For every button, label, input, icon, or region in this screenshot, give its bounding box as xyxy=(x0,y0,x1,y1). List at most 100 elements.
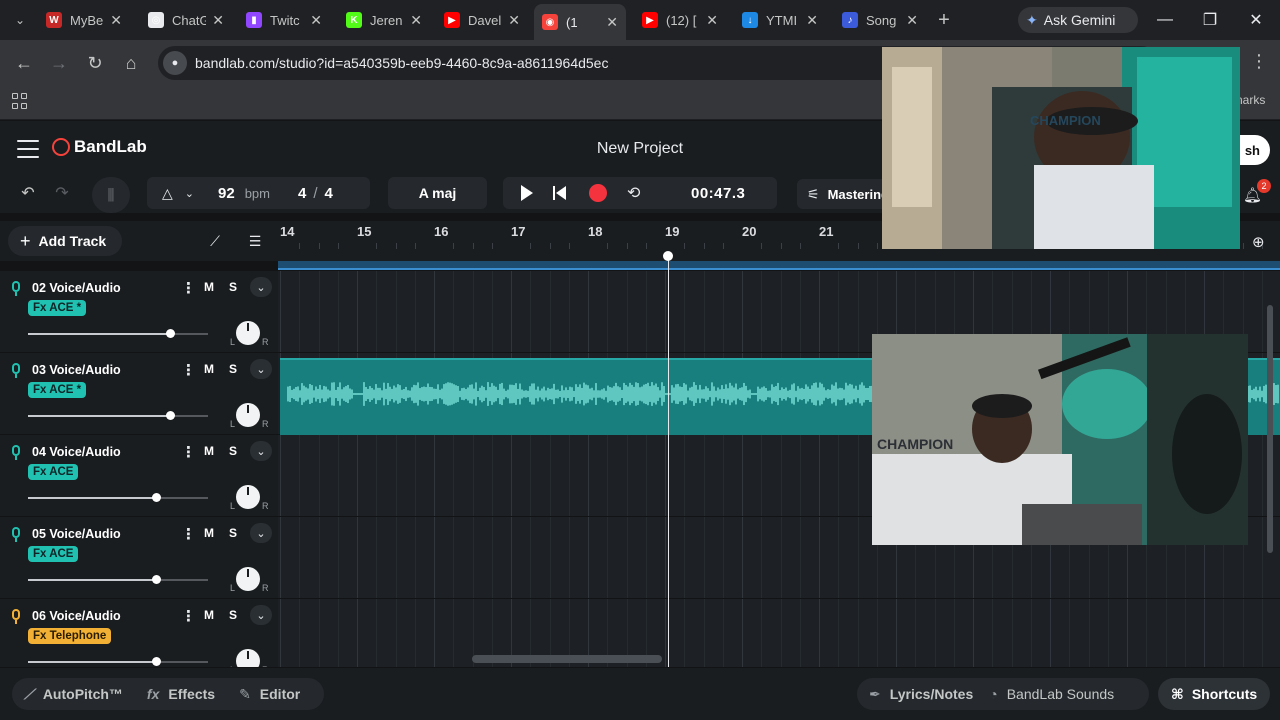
volume-slider[interactable] xyxy=(28,657,208,666)
horizontal-scrollbar[interactable] xyxy=(472,655,662,663)
pan-knob[interactable] xyxy=(236,485,260,509)
tab-close-icon[interactable]: ✕ xyxy=(806,12,818,29)
window-close-icon[interactable]: ✕ xyxy=(1244,8,1268,32)
bpm-value[interactable]: 92 xyxy=(218,185,235,202)
mastering-button[interactable]: ⚟ Mastering xyxy=(797,179,895,209)
pan-knob[interactable] xyxy=(236,567,260,591)
track-name[interactable]: 06 Voice/Audio xyxy=(32,609,121,623)
mute-button[interactable]: M xyxy=(198,278,220,296)
fx-badge[interactable]: Fx Telephone xyxy=(28,628,112,644)
instruments-icon[interactable]: ⫼ xyxy=(92,177,130,213)
record-icon[interactable] xyxy=(589,184,607,202)
volume-handle[interactable] xyxy=(166,329,176,338)
play-icon[interactable] xyxy=(521,185,533,201)
browser-tab[interactable]: ▮ Twitc ✕ xyxy=(238,6,330,34)
skip-to-start-icon[interactable] xyxy=(553,185,567,201)
expand-chevron-icon[interactable]: ⌄ xyxy=(250,605,272,625)
fx-badge[interactable]: Fx ACE * xyxy=(28,382,87,398)
ask-gemini-button[interactable]: ✦ Ask Gemini xyxy=(1018,7,1138,33)
track-name[interactable]: 04 Voice/Audio xyxy=(32,445,121,459)
reload-icon[interactable]: ↻ xyxy=(83,51,107,75)
automation-icon[interactable]: ⟋ xyxy=(203,230,227,252)
track-header[interactable]: 03 Voice/Audio ⋮ M S ⌄ Fx ACE * L R xyxy=(0,353,278,435)
pan-knob[interactable] xyxy=(236,403,260,427)
fx-badge[interactable]: Fx ACE * xyxy=(28,300,87,316)
browser-tab[interactable]: ↓ YTMI ✕ xyxy=(734,6,826,34)
tab-close-icon[interactable]: ✕ xyxy=(310,12,322,29)
loop-region-bar[interactable] xyxy=(278,261,1280,270)
undo-icon[interactable]: ↶ xyxy=(17,177,39,209)
tab-close-icon[interactable]: ✕ xyxy=(706,12,718,29)
solo-button[interactable]: S xyxy=(222,524,244,542)
add-track-button[interactable]: + Add Track xyxy=(8,226,122,256)
mute-button[interactable]: M xyxy=(198,360,220,378)
bandlab-sounds-button[interactable]: ◔ BandLab Sounds xyxy=(985,686,1126,702)
tab-close-icon[interactable]: ✕ xyxy=(410,12,422,29)
browser-tab[interactable]: ▶ (12) [✕ xyxy=(634,6,726,34)
solo-button[interactable]: S xyxy=(222,278,244,296)
pan-knob[interactable] xyxy=(236,649,260,667)
minimize-icon[interactable]: — xyxy=(1153,8,1177,32)
track-header[interactable]: 05 Voice/Audio ⋮ M S ⌄ Fx ACE L R xyxy=(0,517,278,599)
time-signature-numerator[interactable]: 4 xyxy=(298,185,306,202)
tab-close-icon[interactable]: ✕ xyxy=(606,14,618,31)
browser-tab[interactable]: ♪ Song ✕ xyxy=(834,6,926,34)
playhead-handle[interactable] xyxy=(663,251,673,261)
fx-badge[interactable]: Fx ACE xyxy=(28,546,79,562)
site-info-icon[interactable]: ● xyxy=(163,51,187,75)
volume-handle[interactable] xyxy=(166,411,176,420)
track-options-icon[interactable]: ⋮ xyxy=(181,279,196,297)
mute-button[interactable]: M xyxy=(198,524,220,542)
tab-close-icon[interactable]: ✕ xyxy=(212,12,224,29)
track-options-icon[interactable]: ⋮ xyxy=(181,607,196,625)
playhead[interactable] xyxy=(668,254,669,667)
volume-handle[interactable] xyxy=(151,493,161,502)
solo-button[interactable]: S xyxy=(222,442,244,460)
volume-handle[interactable] xyxy=(151,575,161,584)
pan-knob[interactable] xyxy=(236,321,260,345)
shortcuts-button[interactable]: ⌘ Shortcuts xyxy=(1158,678,1270,710)
lyrics-notes-button[interactable]: ✒ Lyrics/Notes xyxy=(857,686,985,703)
home-icon[interactable]: ⌂ xyxy=(119,51,143,75)
restore-icon[interactable]: ❐ xyxy=(1198,8,1222,32)
expand-chevron-icon[interactable]: ⌄ xyxy=(250,359,272,379)
browser-tab[interactable]: W MyBe ✕ xyxy=(38,6,130,34)
track-header[interactable]: 06 Voice/Audio⋮MS⌄Fx TelephoneLR xyxy=(0,599,278,667)
tab-close-icon[interactable]: ✕ xyxy=(110,12,122,29)
tab-close-icon[interactable]: ✕ xyxy=(906,12,918,29)
redo-icon[interactable]: ↷ xyxy=(51,177,73,209)
track-header[interactable]: 04 Voice/Audio ⋮ M S ⌄ Fx ACE L R xyxy=(0,435,278,517)
solo-button[interactable]: S xyxy=(222,606,244,624)
track-options-icon[interactable]: ⋮ xyxy=(181,525,196,543)
volume-handle[interactable] xyxy=(151,657,161,666)
fx-badge[interactable]: Fx ACE xyxy=(28,464,79,480)
tab-close-icon[interactable]: ✕ xyxy=(508,12,520,29)
loop-icon[interactable]: ⟲ xyxy=(627,183,640,203)
new-tab-button[interactable]: + xyxy=(932,8,956,32)
volume-slider[interactable] xyxy=(28,411,208,420)
volume-slider[interactable] xyxy=(28,493,208,502)
all-bookmarks-label[interactable]: narks xyxy=(1236,93,1265,107)
effects-button[interactable]: fx Effects xyxy=(135,686,227,702)
metronome-icon[interactable]: △ xyxy=(162,185,173,202)
expand-chevron-icon[interactable]: ⌄ xyxy=(250,277,272,297)
tab-search-chevron-icon[interactable]: ⌄ xyxy=(8,8,32,32)
track-header[interactable]: 02 Voice/Audio ⋮ M S ⌄ Fx ACE * L R xyxy=(0,271,278,353)
metronome-chevron-icon[interactable]: ⌄ xyxy=(185,187,194,200)
browser-tab[interactable]: ▶ Davel ✕ xyxy=(436,6,528,34)
solo-button[interactable]: S xyxy=(222,360,244,378)
key-selector[interactable]: A maj xyxy=(388,177,487,209)
mute-button[interactable]: M xyxy=(198,606,220,624)
time-signature-denominator[interactable]: 4 xyxy=(325,185,333,202)
apps-grid-icon[interactable] xyxy=(12,93,28,109)
forward-arrow-icon[interactable]: → xyxy=(47,51,71,75)
autopitch-button[interactable]: ⟋ AutoPitch™ xyxy=(12,686,135,703)
track-settings-icon[interactable]: ☰ xyxy=(243,230,267,252)
track-name[interactable]: 02 Voice/Audio xyxy=(32,281,121,295)
mute-button[interactable]: M xyxy=(198,442,220,460)
browser-tab[interactable]: ◉ (1 ✕ xyxy=(534,4,626,40)
zoom-in-icon[interactable]: ⊕ xyxy=(1252,233,1265,251)
browser-menu-icon[interactable]: ⋮ xyxy=(1250,51,1268,72)
browser-tab[interactable]: ◎ ChatG ✕ xyxy=(140,6,232,34)
vertical-scrollbar[interactable] xyxy=(1267,305,1273,553)
